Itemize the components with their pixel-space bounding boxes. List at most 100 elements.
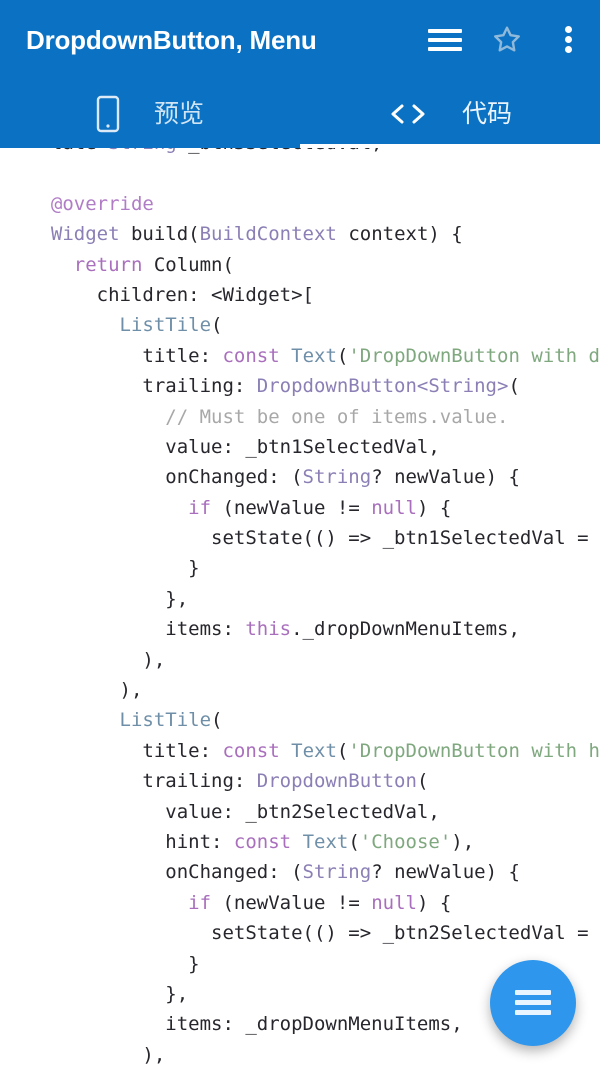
hamburger-menu-button[interactable] <box>414 0 476 80</box>
code-token: late <box>28 148 108 154</box>
code-token: 'DropDownButton with default value' <box>348 344 600 367</box>
code-token: ( <box>336 739 349 762</box>
code-token: ), <box>28 648 166 671</box>
code-token: _btn3SelectedVal; <box>177 148 382 154</box>
code-line: onChanged: (String? newValue) { <box>28 462 600 492</box>
code-token: DropdownButton <box>256 770 417 793</box>
favorite-button[interactable] <box>476 0 538 80</box>
code-line: setState(() => _btn2SelectedVal = newVal… <box>28 918 600 948</box>
code-token: }, <box>28 982 189 1005</box>
code-token: (newValue != <box>211 496 372 519</box>
code-token: @override <box>28 192 154 215</box>
code-token: }, <box>28 587 189 610</box>
code-token: // Must be one of items.value. <box>28 405 509 428</box>
app-bar-actions <box>414 0 600 80</box>
code-line: hint: const Text('Choose'), <box>28 827 600 857</box>
smartphone-icon <box>96 95 120 133</box>
code-token: setState(() => _btn2SelectedVal = newVal… <box>211 922 600 945</box>
code-line: }, <box>28 584 600 614</box>
code-token: ) { <box>416 496 452 519</box>
hamburger-menu-icon <box>515 990 551 1016</box>
star-outline-icon <box>494 26 520 52</box>
code-token: String <box>302 466 372 489</box>
code-token: const <box>233 830 292 853</box>
code-token: const <box>222 739 280 762</box>
page-title: DropdownButton, Menu <box>26 25 317 55</box>
code-line: onChanged: (String? newValue) { <box>28 857 600 887</box>
code-token: children: <Widget>[ <box>28 283 314 306</box>
code-token: (newValue != <box>211 891 372 914</box>
code-token: if <box>188 891 212 914</box>
code-token: value: _btn1SelectedVal, <box>28 435 440 458</box>
code-token: items: <box>28 618 246 641</box>
code-token: const <box>222 344 280 367</box>
tab-preview[interactable]: 预览 <box>0 80 300 148</box>
code-line: children: <Widget>[ <box>28 280 600 310</box>
code-line: if (newValue != null) { <box>28 888 600 918</box>
code-line: value: _btn2SelectedVal, <box>28 797 600 827</box>
code-brackets-icon <box>391 104 425 124</box>
code-line: ), <box>28 675 600 705</box>
code-token: ( <box>508 375 520 398</box>
tab-bar: 预览 代码 <box>0 80 600 148</box>
code-token: String <box>108 148 177 154</box>
code-editor[interactable]: late String _btn3SelectedVal; @override … <box>0 148 600 1067</box>
code-token: ( <box>336 344 349 367</box>
code-token: } <box>28 557 200 580</box>
tab-preview-label: 预览 <box>153 99 204 128</box>
code-token: ListTile <box>28 709 212 732</box>
code-line: title: const Text('DropDownButton with h… <box>28 736 600 766</box>
code-line: late String _btn3SelectedVal; <box>28 148 600 158</box>
code-token: onChanged: ( <box>28 861 303 884</box>
code-token: Text <box>291 739 337 762</box>
code-token: ( <box>348 830 360 853</box>
code-token: Column( <box>142 253 234 276</box>
code-token: ), <box>28 679 143 702</box>
code-token: ListTile <box>28 314 212 337</box>
code-token: items: _dropDownMenuItems, <box>28 1013 463 1036</box>
code-token: String <box>302 861 372 884</box>
code-line: return Column( <box>28 250 600 280</box>
tab-code[interactable]: 代码 <box>300 80 600 148</box>
code-token: ? newValue) { <box>371 861 520 884</box>
code-content: late String _btn3SelectedVal; @override … <box>28 148 600 1067</box>
code-line: trailing: DropdownButton( <box>28 766 600 796</box>
overflow-menu-icon <box>565 24 573 56</box>
code-token: context) { <box>336 223 463 246</box>
app-bar: DropdownButton, Menu <box>0 0 600 80</box>
code-line: value: _btn1SelectedVal, <box>28 432 600 462</box>
code-token: null <box>371 496 417 519</box>
code-line: ), <box>28 1040 600 1067</box>
code-token: value: _btn2SelectedVal, <box>28 800 440 823</box>
code-token: Text <box>291 344 337 367</box>
code-token: hint: <box>28 830 234 853</box>
code-line: ), <box>28 645 600 675</box>
code-token: onChanged: ( <box>28 466 303 489</box>
menu-fab[interactable] <box>490 960 576 1046</box>
code-token: } <box>28 952 200 975</box>
code-token: trailing: <box>28 770 257 793</box>
code-token: 'Choose' <box>359 830 452 853</box>
code-token: null <box>371 891 417 914</box>
code-line: items: this._dropDownMenuItems, <box>28 614 600 644</box>
code-token: ), <box>28 1043 166 1066</box>
code-token: ) { <box>416 891 452 914</box>
code-line: if (newValue != null) { <box>28 493 600 523</box>
code-token: build( <box>119 223 200 246</box>
code-token: BuildContext <box>199 223 337 246</box>
code-token: 'DropDownButton with hint' <box>348 739 600 762</box>
code-token: ), <box>451 830 475 853</box>
code-token: DropdownButton<String> <box>256 375 509 398</box>
overflow-menu-button[interactable] <box>538 0 600 80</box>
app-root: DropdownButton, Menu 预览 代码 @override Wid… <box>0 0 600 1067</box>
code-line: } <box>28 553 600 583</box>
code-token: ( <box>416 770 429 793</box>
code-line: // Must be one of items.value. <box>28 402 600 432</box>
code-line: ListTile( <box>28 705 600 735</box>
